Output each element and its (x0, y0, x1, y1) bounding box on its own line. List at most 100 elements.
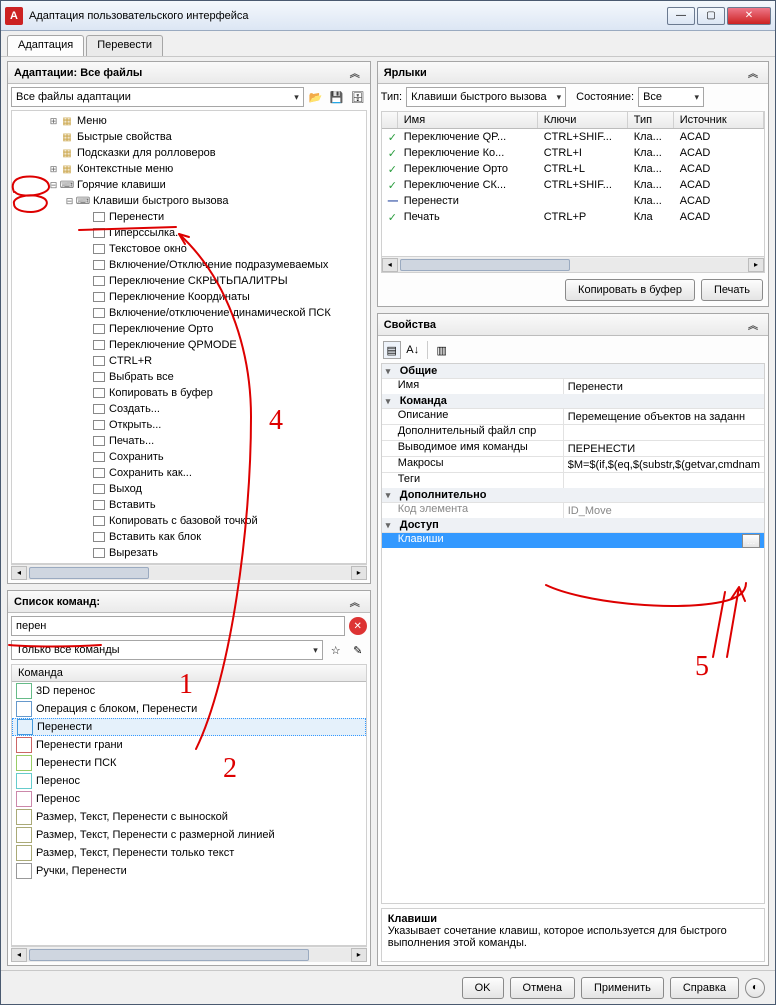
print-button[interactable]: Печать (701, 279, 763, 301)
minimize-button[interactable]: — (667, 7, 695, 25)
tree-row[interactable]: Гиперссылка... (12, 225, 366, 241)
prop-row[interactable]: Теги (382, 472, 764, 488)
find-command-icon[interactable]: ✎ (349, 641, 367, 659)
command-row[interactable]: Операция с блоком, Перенести (12, 700, 366, 718)
tree-row[interactable]: CTRL+R (12, 353, 366, 369)
property-pages-icon[interactable]: ▥ (433, 341, 451, 359)
apply-button[interactable]: Применить (581, 977, 664, 999)
prop-row[interactable]: Выводимое имя командыПЕРЕНЕСТИ (382, 440, 764, 456)
col-type[interactable]: Тип (628, 112, 674, 128)
command-filter-combo[interactable]: Только все команды (11, 640, 323, 660)
cancel-button[interactable]: Отмена (510, 977, 575, 999)
prop-value[interactable]: Перемещение объектов на заданн (564, 409, 764, 424)
col-src[interactable]: Источник (674, 112, 764, 128)
open-icon[interactable]: 📂 (307, 88, 325, 106)
ellipsis-button[interactable]: … (742, 534, 760, 548)
alphabetic-view-icon[interactable]: A↓ (404, 341, 422, 359)
tree-row[interactable]: ⊞▦Меню (12, 113, 366, 129)
property-grid[interactable]: ▾ОбщиеИмяПеренести▾КомандаОписаниеПереме… (381, 363, 765, 904)
tree-row[interactable]: Переключение QPMODE (12, 337, 366, 353)
clear-search-icon[interactable]: ✕ (349, 617, 367, 635)
tree-row[interactable]: ▦Подсказки для ролловеров (12, 145, 366, 161)
tree-row[interactable]: Переключение СКРЫТЬПАЛИТРЫ (12, 273, 366, 289)
tree-row[interactable]: ⊟⌨Горячие клавиши (12, 177, 366, 193)
copy-to-clipboard-button[interactable]: Копировать в буфер (565, 279, 695, 301)
ok-button[interactable]: OK (462, 977, 504, 999)
tree-row[interactable]: ⊟⌨Клавиши быстрого вызова (12, 193, 366, 209)
grid-row[interactable]: ✓Переключение СК...CTRL+SHIF...Кла...ACA… (382, 177, 764, 193)
tree-row[interactable]: Копировать с базовой точкой (12, 513, 366, 529)
collapse-icon[interactable]: ︽ (744, 65, 762, 80)
prop-row[interactable]: ИмяПеренести (382, 378, 764, 394)
prop-row[interactable]: Код элементаID_Move (382, 502, 764, 518)
grid-row[interactable]: ✓Переключение Ко...CTRL+IКла...ACAD (382, 145, 764, 161)
command-row[interactable]: 3D перенос (12, 682, 366, 700)
tree-row[interactable]: Сохранить (12, 449, 366, 465)
prop-row[interactable]: Макросы$M=$(if,$(eq,$(substr,$(getvar,cm… (382, 456, 764, 472)
expand-icon[interactable]: ⊞ (48, 116, 59, 127)
command-row[interactable]: Перенос (12, 790, 366, 808)
save-icon[interactable]: 💾 (328, 88, 346, 106)
prop-row[interactable]: Дополнительный файл спр (382, 424, 764, 440)
prop-value[interactable]: … (564, 533, 764, 548)
expand-icon[interactable]: ⊞ (48, 164, 59, 175)
tree-h-scrollbar[interactable]: ◂ ▸ (11, 564, 367, 580)
prop-group-header[interactable]: ▾Команда (382, 394, 764, 408)
expand-icon[interactable]: ⊟ (64, 196, 75, 207)
prop-group-header[interactable]: ▾Доступ (382, 518, 764, 532)
prop-value[interactable]: $M=$(if,$(eq,$(substr,$(getvar,cmdnam (564, 457, 764, 472)
collapse-icon[interactable]: ︽ (346, 594, 364, 609)
grid-h-scrollbar[interactable]: ◂ ▸ (382, 256, 764, 272)
command-row[interactable]: Перенос (12, 772, 366, 790)
command-list[interactable]: Команда 3D переносОперация с блоком, Пер… (11, 664, 367, 946)
collapse-icon[interactable]: ︽ (744, 317, 762, 332)
tab-adapt[interactable]: Адаптация (7, 35, 84, 56)
tree-row[interactable]: Вставить (12, 497, 366, 513)
help-button[interactable]: Справка (670, 977, 739, 999)
tree-row[interactable]: Вставить как блок (12, 529, 366, 545)
grid-row[interactable]: —ПеренестиКла...ACAD (382, 193, 764, 209)
shortcuts-grid[interactable]: Имя Ключи Тип Источник ✓Переключение QP.… (381, 111, 765, 273)
command-list-header[interactable]: Команда (12, 665, 366, 682)
help-icon[interactable]: ◐ (745, 978, 765, 998)
col-name[interactable]: Имя (398, 112, 538, 128)
prop-group-header[interactable]: ▾Общие (382, 364, 764, 378)
adaptation-file-combo[interactable]: Все файлы адаптации (11, 87, 304, 107)
grid-row[interactable]: ✓Переключение QP...CTRL+SHIF...Кла...ACA… (382, 129, 764, 145)
prop-value[interactable]: ID_Move (564, 503, 764, 518)
command-row[interactable]: Размер, Текст, Перенести с размерной лин… (12, 826, 366, 844)
command-row[interactable]: Перенести (12, 718, 366, 736)
tree-row[interactable]: Выбрать все (12, 369, 366, 385)
prop-row[interactable]: ОписаниеПеремещение объектов на заданн (382, 408, 764, 424)
tree-row[interactable]: Переключение Координаты (12, 289, 366, 305)
tree-row[interactable]: Печать... (12, 433, 366, 449)
titlebar[interactable]: A Адаптация пользовательского интерфейса… (1, 1, 775, 31)
prop-value[interactable] (564, 425, 764, 440)
expand-icon[interactable]: ⊟ (48, 180, 59, 191)
close-button[interactable]: ✕ (727, 7, 771, 25)
command-row[interactable]: Перенести грани (12, 736, 366, 754)
adaptations-tree[interactable]: ⊞▦Меню▦Быстрые свойства▦Подсказки для ро… (11, 110, 367, 564)
save-all-icon[interactable]: 🗄 (349, 88, 367, 106)
prop-value[interactable]: Перенести (564, 379, 764, 394)
prop-row[interactable]: Клавиши… (382, 532, 764, 548)
cmd-h-scrollbar[interactable]: ◂ ▸ (11, 946, 367, 962)
tree-row[interactable]: Включение/отключение динамической ПСК (12, 305, 366, 321)
tree-row[interactable]: ▦Быстрые свойства (12, 129, 366, 145)
shortcut-state-combo[interactable]: Все (638, 87, 704, 107)
command-row[interactable]: Размер, Текст, Перенести с выноской (12, 808, 366, 826)
grid-row[interactable]: ✓ПечатьCTRL+PКлаACAD (382, 209, 764, 225)
command-row[interactable]: Размер, Текст, Перенести только текст (12, 844, 366, 862)
create-command-icon[interactable]: ☆ (327, 641, 345, 659)
shortcut-type-combo[interactable]: Клавиши быстрого вызова (406, 87, 566, 107)
categorized-view-icon[interactable]: ▤ (383, 341, 401, 359)
command-row[interactable]: Перенести ПСК (12, 754, 366, 772)
tree-row[interactable]: Перенести (12, 209, 366, 225)
tree-row[interactable]: ⊞▦Контекстные меню (12, 161, 366, 177)
col-keys[interactable]: Ключи (538, 112, 628, 128)
tree-row[interactable]: Выход (12, 481, 366, 497)
tree-row[interactable]: Текстовое окно (12, 241, 366, 257)
prop-value[interactable]: ПЕРЕНЕСТИ (564, 441, 764, 456)
command-row[interactable]: Ручки, Перенести (12, 862, 366, 880)
collapse-icon[interactable]: ︽ (346, 65, 364, 80)
